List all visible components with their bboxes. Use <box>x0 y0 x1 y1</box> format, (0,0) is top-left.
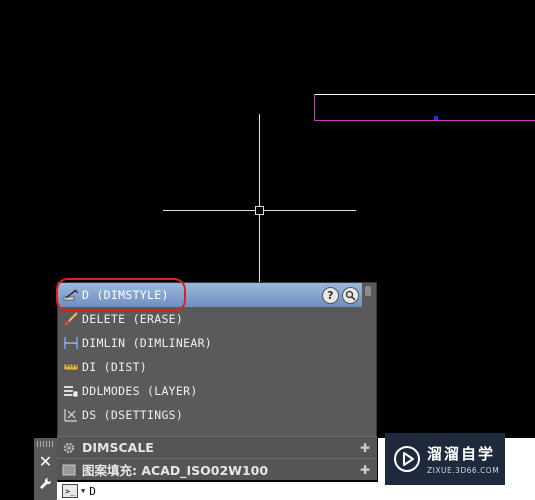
autocomplete-item-label: DDLMODES (LAYER) <box>82 384 198 398</box>
autocomplete-item-dsettings[interactable]: DS (DSETTINGS) <box>58 403 363 427</box>
customize-icon[interactable] <box>37 475 54 493</box>
command-history-row: DIMSCALE ✚ <box>57 436 377 458</box>
command-history-row: 图案填充: ACAD_ISO02W100 ✚ <box>57 458 377 480</box>
dist-icon <box>62 359 80 375</box>
grip-point[interactable] <box>434 116 438 120</box>
autocomplete-item-label: DIMLIN (DIMLINEAR) <box>82 336 213 350</box>
command-history-label: DIMSCALE <box>82 440 154 455</box>
autocomplete-scrollbar[interactable] <box>362 283 374 436</box>
drag-handle[interactable] <box>37 441 54 447</box>
watermark-title: 溜溜自学 <box>427 445 496 463</box>
crosshair-pickbox <box>255 206 264 215</box>
command-input[interactable]: D <box>89 485 96 498</box>
close-icon[interactable]: ✕ <box>37 452 54 471</box>
autocomplete-item-label: DI (DIST) <box>82 360 148 374</box>
layer-icon <box>62 383 80 399</box>
erase-icon <box>62 311 80 327</box>
help-icon[interactable]: ? <box>322 287 339 304</box>
autocomplete-item-dist[interactable]: DI (DIST) <box>58 355 363 379</box>
rectangle-edge-bottom <box>314 120 535 121</box>
highlight-annotation <box>56 278 186 312</box>
hatch-icon <box>62 463 76 477</box>
dsettings-icon <box>62 407 80 423</box>
scrollbar-thumb[interactable] <box>365 286 371 296</box>
autocomplete-item-dimlinear[interactable]: DIMLIN (DIMLINEAR) <box>58 331 363 355</box>
autocomplete-item-label: DELETE (ERASE) <box>82 312 184 326</box>
search-web-icon[interactable] <box>342 287 359 304</box>
command-history-label: 图案填充: ACAD_ISO02W100 <box>82 463 269 478</box>
chevron-down-icon[interactable]: ▼ <box>81 487 85 495</box>
gear-icon <box>62 441 76 455</box>
command-prompt-icon[interactable]: >_ <box>62 484 78 498</box>
autocomplete-item-layer[interactable]: DDLMODES (LAYER) <box>58 379 363 403</box>
expand-icon[interactable]: ✚ <box>360 441 370 455</box>
rectangle-edge-top <box>314 94 535 95</box>
watermark-url: ZIXUE.3D66.COM <box>427 466 500 475</box>
watermark: 溜溜自学 ZIXUE.3D66.COM <box>385 433 505 485</box>
expand-icon[interactable]: ✚ <box>360 463 370 477</box>
dimlinear-icon <box>62 335 80 351</box>
rectangle-edge-left <box>314 94 315 120</box>
play-logo-icon <box>394 446 420 472</box>
crosshair-vertical <box>259 114 260 282</box>
autocomplete-item-label: DS (DSETTINGS) <box>82 408 184 422</box>
